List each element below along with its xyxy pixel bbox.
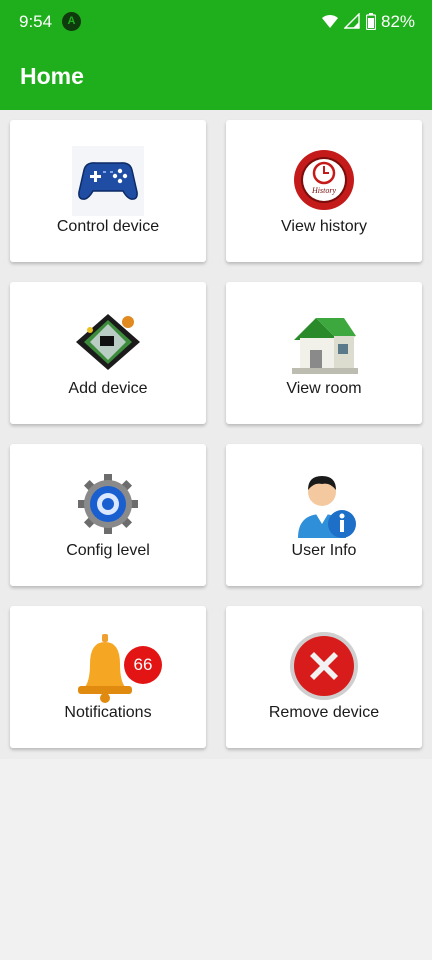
- circuit-board-icon: [76, 314, 140, 370]
- tile-label: Config level: [66, 542, 150, 559]
- status-time: 9:54: [19, 12, 53, 31]
- signal-icon: [344, 13, 360, 29]
- notification-count-badge: 66: [124, 646, 162, 684]
- tile-view-room[interactable]: View room: [226, 282, 422, 424]
- app-notification-icon: A: [62, 12, 81, 31]
- app-bar: 9:54 A 82% Home: [0, 0, 432, 110]
- home-menu-grid: Control device History View history Add …: [0, 110, 432, 759]
- tile-view-history[interactable]: History View history: [226, 120, 422, 262]
- status-bar: 9:54 A 82%: [0, 0, 432, 42]
- page-title: Home: [20, 63, 84, 89]
- tile-label: User Info: [291, 542, 357, 559]
- user-info-icon: [298, 476, 356, 538]
- tile-user-info[interactable]: User Info: [226, 444, 422, 586]
- tile-notifications[interactable]: 66 Notifications: [10, 606, 206, 748]
- house-icon: [292, 318, 358, 374]
- tile-label: Add device: [68, 380, 148, 397]
- tile-control-device[interactable]: Control device: [10, 120, 206, 262]
- tile-config-level[interactable]: Config level: [10, 444, 206, 586]
- tile-label: Control device: [56, 218, 160, 235]
- battery-icon: [366, 13, 376, 30]
- tile-label: Notifications: [64, 704, 152, 721]
- tile-label: Remove device: [268, 704, 380, 721]
- tile-add-device[interactable]: Add device: [10, 282, 206, 424]
- remove-icon: [290, 632, 358, 700]
- gamepad-icon: [72, 146, 144, 216]
- battery-percent: 82%: [381, 12, 416, 31]
- history-icon: History: [294, 150, 354, 210]
- tile-label: View history: [281, 218, 367, 235]
- history-icon-text: History: [311, 186, 336, 195]
- tile-remove-device[interactable]: Remove device: [226, 606, 422, 748]
- gear-icon: [78, 474, 138, 534]
- tile-label: View room: [286, 380, 362, 397]
- wifi-icon: [322, 14, 338, 28]
